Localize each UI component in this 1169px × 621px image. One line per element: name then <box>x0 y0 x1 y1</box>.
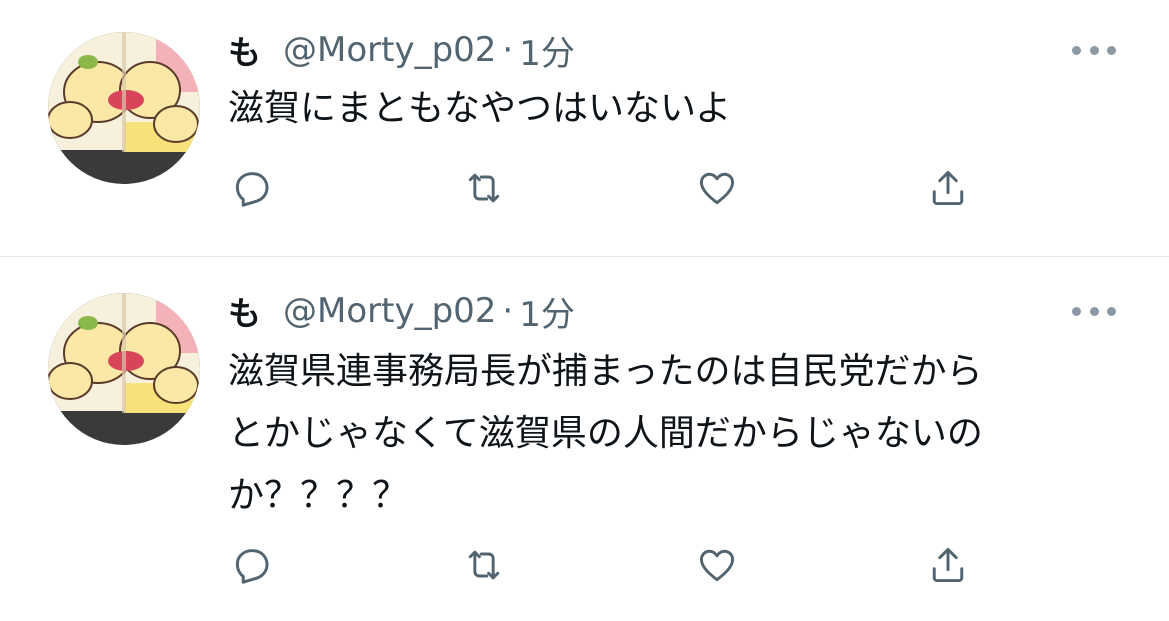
reply-icon <box>235 549 269 584</box>
more-icon <box>1072 306 1081 316</box>
retweet-button[interactable] <box>460 164 508 212</box>
retweet-button[interactable] <box>460 541 508 589</box>
retweet-icon <box>468 550 500 580</box>
more-icon <box>1089 306 1099 316</box>
handle[interactable]: @Morty_p02 <box>283 291 496 331</box>
tweet-header: も @Morty_p02 · 1分 <box>228 26 575 75</box>
heart-icon <box>699 172 735 205</box>
more-icon <box>1107 45 1116 55</box>
tweet[interactable]: も @Morty_p02 · 1分 滋賀にまともなやつはいないよ <box>0 0 1169 256</box>
share-icon <box>932 170 964 206</box>
like-button[interactable] <box>693 541 741 589</box>
tweet-text: 滋賀にまともなやつはいないよ <box>228 88 732 129</box>
share-button[interactable] <box>924 541 972 589</box>
avatar[interactable] <box>48 32 200 184</box>
more-icon <box>1089 45 1099 55</box>
reply-button[interactable] <box>228 164 276 212</box>
retweet-icon <box>468 173 500 203</box>
tweet-text: 滋賀県連事務局長が捕まったのは自民党だから とかじゃなくて滋賀県の人間だからじゃ… <box>228 351 983 516</box>
avatar[interactable] <box>48 293 200 445</box>
share-icon <box>932 547 964 583</box>
tweet-header: も @Morty_p02 · 1分 <box>228 287 575 336</box>
heart-icon <box>699 549 735 582</box>
more-button[interactable] <box>1072 40 1116 60</box>
tweet[interactable]: も @Morty_p02 · 1分 滋賀県連事務局長が捕まったのは自民党だから … <box>0 257 1169 621</box>
share-button[interactable] <box>924 164 972 212</box>
tweet-actions <box>0 541 1169 589</box>
handle[interactable]: @Morty_p02 <box>283 30 496 70</box>
display-name[interactable]: も <box>228 287 261 335</box>
like-button[interactable] <box>693 164 741 212</box>
reply-button[interactable] <box>228 541 276 589</box>
separator: · <box>502 30 514 70</box>
more-button[interactable] <box>1072 301 1116 321</box>
display-name[interactable]: も <box>228 26 261 74</box>
avatar-image <box>48 32 200 184</box>
more-icon <box>1072 45 1081 55</box>
separator: · <box>502 291 514 331</box>
timestamp[interactable]: 1分 <box>519 26 575 75</box>
more-icon <box>1107 306 1116 316</box>
timestamp[interactable]: 1分 <box>519 287 575 336</box>
reply-icon <box>235 172 269 207</box>
avatar-image <box>48 293 200 445</box>
tweet-actions <box>0 164 1169 212</box>
